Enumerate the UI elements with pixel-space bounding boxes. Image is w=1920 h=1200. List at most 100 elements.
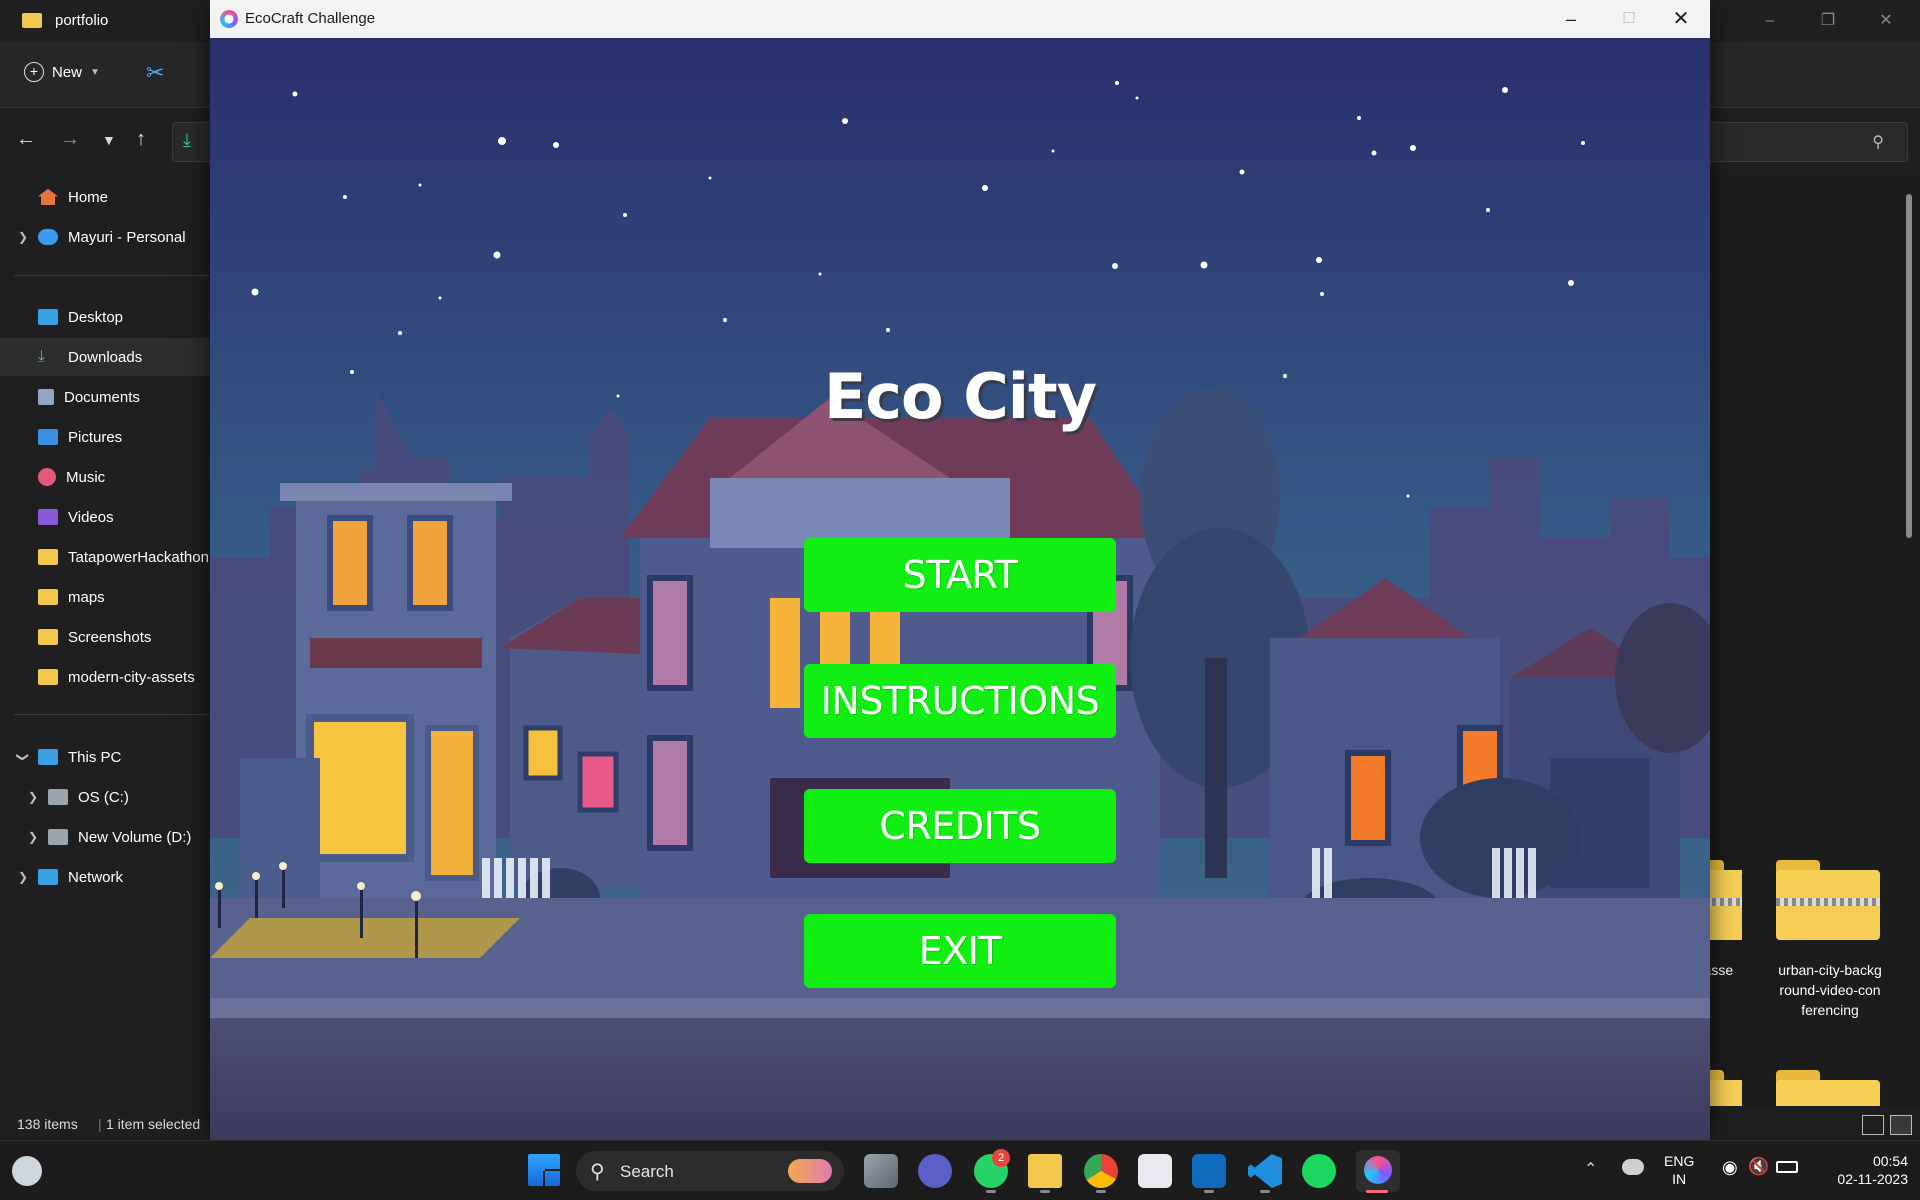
game-canvas[interactable]: Eco City START INSTRUCTIONS CREDITS EXIT <box>210 38 1710 1140</box>
folder-icon <box>38 549 58 565</box>
cloud-icon <box>38 229 58 245</box>
language-code: ENG <box>1664 1153 1695 1169</box>
minimize-icon[interactable]: – <box>1542 0 1600 38</box>
sidebar-item-pictures[interactable]: Pictures <box>0 418 210 456</box>
forward-arrow-icon[interactable]: → <box>60 128 80 151</box>
credits-button[interactable]: CREDITS <box>804 789 1116 863</box>
sidebar-item-modern-city-assets[interactable]: modern-city-assets <box>0 658 210 696</box>
chevron-up-icon[interactable]: ⌃ <box>1584 1159 1597 1179</box>
taskbar-search[interactable]: ⚲ Search <box>576 1151 844 1191</box>
taskbar: ⚲ Search ⌃ ◉ 🔇 <box>0 1140 1920 1200</box>
close-icon[interactable]: ✕ <box>1866 6 1906 36</box>
clock[interactable]: 00:54 02-11-2023 <box>1822 1152 1908 1188</box>
game-window: EcoCraft Challenge – ☐ ✕ Eco City START … <box>210 0 1710 1140</box>
sidebar-item-label: Documents <box>64 388 140 406</box>
sidebar-item-tatapowerhackathon[interactable]: TatapowerHackathon <box>0 538 210 576</box>
chevron-right-icon[interactable]: ❯ <box>14 870 32 884</box>
sidebar-item-label: OS (C:) <box>78 788 129 806</box>
chevron-down-icon[interactable]: ❯ <box>16 748 30 766</box>
exit-button[interactable]: EXIT <box>804 914 1116 988</box>
zip-folder-icon[interactable] <box>1776 856 1880 940</box>
tiles-view-icon[interactable] <box>1890 1115 1912 1135</box>
sidebar-item-desktop[interactable]: Desktop <box>0 298 210 336</box>
sidebar-item-maps[interactable]: maps <box>0 578 210 616</box>
sidebar-item-label: Network <box>68 868 124 886</box>
outlook-icon[interactable] <box>1192 1154 1226 1188</box>
sidebar-item-label: maps <box>68 588 105 606</box>
folder-icon[interactable] <box>1776 1066 1880 1106</box>
maximize-icon[interactable]: ☐ <box>1600 0 1658 38</box>
chevron-right-icon[interactable]: ❯ <box>24 830 42 844</box>
windows-start-icon[interactable] <box>528 1154 560 1186</box>
download-icon: ⤓ <box>38 348 46 365</box>
sidebar-item-screenshots[interactable]: Screenshots <box>0 618 210 656</box>
task-view-icon[interactable] <box>864 1154 898 1188</box>
navigation-pane: Home ❯ Mayuri - Personal Desktop ⤓ Downloa… <box>0 176 210 1106</box>
start-button[interactable]: START <box>804 538 1116 612</box>
sidebar-item-os-c[interactable]: ❯ OS (C:) <box>0 778 210 816</box>
sidebar-item-this-pc[interactable]: ❯ This PC <box>0 738 210 776</box>
sidebar-item-music[interactable]: Music <box>0 458 210 496</box>
recent-chevron-icon[interactable]: ▼ <box>102 132 116 148</box>
folder-icon <box>38 669 58 685</box>
cut-icon[interactable]: ✂ <box>146 60 164 86</box>
scrollbar[interactable] <box>1906 194 1912 538</box>
separator: | <box>98 1116 102 1132</box>
chrome-icon[interactable] <box>1084 1154 1118 1188</box>
divider <box>14 275 210 276</box>
file-label[interactable]: urban-city-backg round-video-con ferenci… <box>1766 960 1894 1020</box>
notification-badge: 2 <box>992 1149 1010 1167</box>
download-icon: ⤓ <box>183 130 191 150</box>
up-arrow-icon[interactable]: ↑ <box>136 128 146 151</box>
sidebar-item-label: Mayuri - Personal <box>68 228 186 246</box>
chevron-right-icon[interactable]: ❯ <box>14 230 32 244</box>
minimize-icon[interactable]: – <box>1750 6 1790 36</box>
file-explorer-icon[interactable] <box>1028 1154 1062 1188</box>
selection-status: 1 item selected <box>106 1116 201 1132</box>
network-icon <box>38 869 58 885</box>
ecocraft-app-icon <box>1364 1156 1392 1184</box>
folder-icon <box>38 629 58 645</box>
item-count: 138 items <box>17 1116 78 1132</box>
sidebar-item-label: Downloads <box>68 348 143 366</box>
back-arrow-icon[interactable]: ← <box>16 128 36 151</box>
desktop-icon <box>38 309 58 325</box>
details-view-icon[interactable] <box>1862 1115 1884 1135</box>
sidebar-item-home[interactable]: Home <box>0 178 210 216</box>
vscode-icon[interactable] <box>1248 1154 1282 1188</box>
volume-muted-icon[interactable]: 🔇 <box>1748 1157 1769 1177</box>
onedrive-icon[interactable] <box>1622 1159 1644 1175</box>
game-title: Eco City <box>823 360 1097 433</box>
snipping-tool-icon[interactable] <box>1138 1154 1172 1188</box>
close-icon[interactable]: ✕ <box>1652 0 1710 38</box>
weather-icon[interactable] <box>12 1156 42 1186</box>
sidebar-item-network[interactable]: ❯ Network <box>0 858 210 896</box>
sidebar-item-label: TatapowerHackathon <box>68 548 209 566</box>
teams-chat-icon[interactable] <box>918 1154 952 1188</box>
sidebar-item-downloads[interactable]: ⤓ Downloads <box>0 338 210 376</box>
language-indicator[interactable]: ENG IN <box>1664 1152 1694 1188</box>
drive-icon <box>48 789 68 805</box>
running-indicator <box>1204 1190 1214 1193</box>
clock-time: 00:54 <box>1872 1153 1908 1169</box>
wifi-icon[interactable]: ◉ <box>1722 1157 1738 1178</box>
restore-icon[interactable]: ❐ <box>1808 6 1848 36</box>
sidebar-item-new-volume-d[interactable]: ❯ New Volume (D:) <box>0 818 210 856</box>
music-icon <box>38 468 56 486</box>
spotify-icon[interactable] <box>1302 1154 1336 1188</box>
active-indicator <box>1366 1190 1388 1193</box>
battery-icon[interactable] <box>1776 1161 1798 1173</box>
document-icon <box>38 389 54 405</box>
folder-icon <box>38 589 58 605</box>
chevron-right-icon[interactable]: ❯ <box>24 790 42 804</box>
ecocraft-taskbar-button[interactable] <box>1356 1150 1400 1192</box>
taskbar-search-label: Search <box>620 1162 674 1181</box>
search-icon[interactable]: ⚲ <box>1872 132 1884 152</box>
explorer-title: portfolio <box>55 12 109 29</box>
instructions-button[interactable]: INSTRUCTIONS <box>804 664 1116 738</box>
sidebar-item-videos[interactable]: Videos <box>0 498 210 536</box>
sidebar-item-documents[interactable]: Documents <box>0 378 210 416</box>
sidebar-item-onedrive[interactable]: ❯ Mayuri - Personal <box>0 218 210 256</box>
new-button[interactable]: + New ▼ <box>24 62 100 82</box>
app-icon <box>220 10 238 28</box>
